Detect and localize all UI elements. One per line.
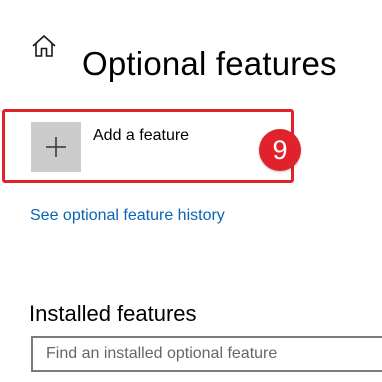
optional-features-page: Optional features Add a feature 9 See op… [0,0,382,382]
installed-features-search-input[interactable] [31,336,382,372]
add-feature-button[interactable] [31,122,81,172]
page-title: Optional features [82,45,337,83]
installed-features-heading: Installed features [29,301,197,327]
add-feature-label[interactable]: Add a feature [93,127,189,145]
step-number-badge: 9 [259,129,301,171]
plus-icon [31,122,81,172]
optional-feature-history-link[interactable]: See optional feature history [30,207,225,225]
home-icon[interactable] [31,33,57,59]
